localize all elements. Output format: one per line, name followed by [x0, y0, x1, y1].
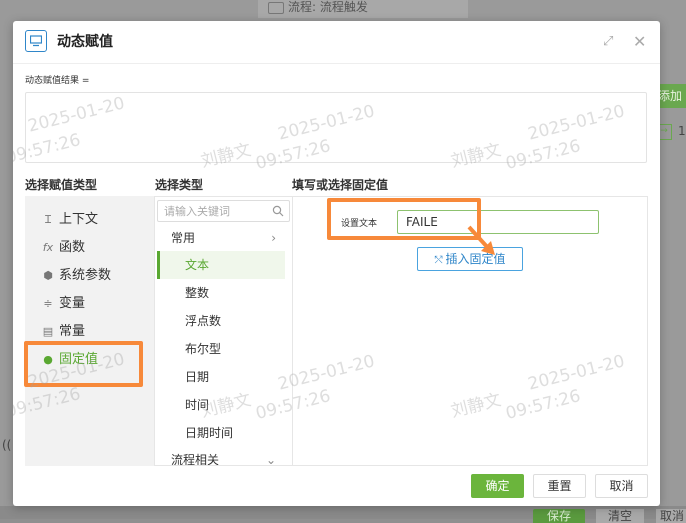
type-item-datetime[interactable]: 日期时间 [157, 419, 285, 447]
fill-value-heading: 填写或选择固定值 [292, 178, 389, 192]
type-item-boolean[interactable]: 布尔型 [157, 335, 285, 363]
select-type-heading: 选择类型 [155, 178, 204, 192]
background-clear-button: 清空 [596, 509, 644, 523]
assign-type-function[interactable]: fx 函数 [25, 234, 141, 262]
cancel-button[interactable]: 取消 [595, 474, 648, 498]
type-item-float[interactable]: 浮点数 [157, 307, 285, 335]
highlight-arrow-icon [467, 225, 495, 255]
result-textarea[interactable] [25, 92, 647, 163]
chevron-down-icon: ⌄ [265, 453, 276, 465]
type-item-text[interactable]: 文本 [157, 251, 285, 279]
variable-icon: ≑ [43, 297, 53, 310]
confirm-button[interactable]: 确定 [471, 474, 524, 498]
assign-type-variable[interactable]: ≑ 变量 [25, 290, 141, 318]
assign-type-system-param[interactable]: ⬢ 系统参数 [25, 262, 141, 290]
monitor-icon [25, 30, 47, 52]
cursor-icon: Ɪ [44, 213, 52, 226]
background-save-button: 保存 [533, 509, 585, 523]
keyword-search-box [157, 200, 290, 222]
expand-icon[interactable]: ⤢ [603, 34, 613, 49]
insert-icon: ⤲ [434, 255, 443, 266]
function-icon: fx [42, 241, 54, 254]
type-item-time[interactable]: 时间 [157, 391, 285, 419]
assign-type-panel: Ɪ 上下文 fx 函数 ⬢ 系统参数 ≑ 变量 ▤ 常量 ● 固定值 [25, 196, 154, 466]
highlight-text-field [327, 198, 481, 240]
category-common[interactable]: 常用 › [157, 225, 290, 251]
chevron-right-icon: › [271, 231, 276, 245]
flow-icon [268, 1, 284, 14]
highlight-fixed-value [24, 341, 143, 387]
result-label: 动态赋值结果 = [25, 76, 90, 86]
gear-icon: ⬢ [43, 269, 53, 282]
background-number: 1 [678, 124, 686, 138]
keyword-search-input[interactable] [164, 203, 264, 219]
reset-button[interactable]: 重置 [533, 474, 586, 498]
dialog-header: 动态赋值 ⤢ ✕ [13, 21, 660, 64]
search-icon[interactable] [272, 205, 284, 217]
dialog-title: 动态赋值 [57, 34, 113, 50]
assign-type-heading: 选择赋值类型 [25, 178, 98, 192]
background-cancel-button: 取消 [656, 509, 686, 523]
select-type-panel: 常用 › 文本 整数 浮点数 布尔型 日期 时间 日期时间 流程相关 ⌄ [154, 196, 293, 466]
background-title: 流程: 流程触发 [258, 0, 468, 18]
dynamic-assign-dialog: 动态赋值 ⤢ ✕ 动态赋值结果 = 选择赋值类型 选择类型 填写或选择固定值 Ɪ… [13, 21, 660, 506]
type-item-date[interactable]: 日期 [157, 363, 285, 391]
background-paren: (( [2, 438, 12, 452]
close-icon[interactable]: ✕ [633, 32, 646, 51]
type-item-integer[interactable]: 整数 [157, 279, 285, 307]
assign-type-context[interactable]: Ɪ 上下文 [25, 206, 141, 234]
category-process[interactable]: 流程相关 ⌄ [157, 447, 290, 465]
